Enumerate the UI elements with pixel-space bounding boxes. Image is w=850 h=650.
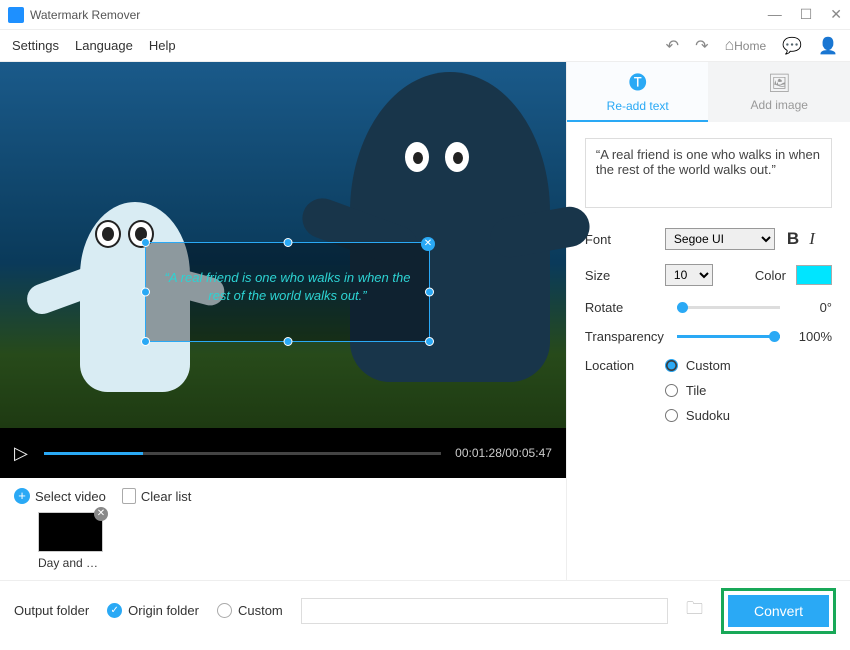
location-sudoku-radio[interactable]: Sudoku <box>665 408 731 423</box>
origin-folder-radio[interactable]: Origin folder <box>107 603 199 618</box>
tab-readd-text[interactable]: 🅣 Re-add text <box>567 62 709 122</box>
remove-thumb-icon[interactable]: ✕ <box>94 507 108 521</box>
font-select[interactable]: Segoe UI <box>665 228 775 250</box>
rotate-slider[interactable] <box>677 306 780 309</box>
rotate-value: 0° <box>792 300 832 315</box>
transparency-slider[interactable] <box>677 335 780 338</box>
video-thumbnail[interactable]: ✕ Day and N... <box>38 512 103 570</box>
convert-button[interactable]: Convert <box>728 595 829 627</box>
feedback-icon[interactable]: 💬 <box>782 36 802 56</box>
account-icon[interactable]: 👤 <box>818 36 838 56</box>
time-display: 00:01:28/00:05:47 <box>455 446 552 460</box>
menu-settings[interactable]: Settings <box>12 38 59 53</box>
text-icon: 🅣 <box>629 69 647 95</box>
location-tile-radio[interactable]: Tile <box>665 383 731 398</box>
seek-slider[interactable] <box>44 452 441 455</box>
window-title: Watermark Remover <box>30 8 768 22</box>
text-overlay-selection[interactable]: “A real friend is one who walks in when … <box>145 242 430 342</box>
tab-add-image[interactable]: 🖼 Add image <box>708 62 850 122</box>
color-label: Color <box>755 268 786 283</box>
image-icon: 🖼 <box>768 73 791 94</box>
thumb-label: Day and N... <box>38 556 103 570</box>
undo-icon[interactable]: ↶ <box>666 36 679 56</box>
location-custom-radio[interactable]: Custom <box>665 358 731 373</box>
rotate-label: Rotate <box>585 300 665 315</box>
select-video-button[interactable]: +Select video <box>14 488 106 504</box>
overlay-text: “A real friend is one who walks in when … <box>146 243 429 305</box>
color-swatch[interactable] <box>796 265 832 285</box>
menu-language[interactable]: Language <box>75 38 133 53</box>
home-button[interactable]: ⌂Home <box>724 37 766 55</box>
video-preview[interactable]: “A real friend is one who walks in when … <box>0 62 566 428</box>
watermark-text-input[interactable]: “A real friend is one who walks in when … <box>585 138 832 208</box>
app-logo <box>8 7 24 23</box>
output-folder-label: Output folder <box>14 603 89 618</box>
play-button[interactable]: ▷ <box>14 443 28 464</box>
custom-folder-radio[interactable]: Custom <box>217 603 283 618</box>
minimize-button[interactable]: — <box>768 6 782 23</box>
menu-help[interactable]: Help <box>149 38 176 53</box>
maximize-button[interactable]: ☐ <box>800 6 813 23</box>
italic-button[interactable]: I <box>809 229 815 249</box>
output-path-input[interactable] <box>301 598 668 624</box>
location-label: Location <box>585 358 665 373</box>
transparency-label: Transparency <box>585 329 665 344</box>
overlay-close-icon[interactable]: ✕ <box>421 237 435 251</box>
browse-folder-icon[interactable]: 🗀 <box>686 596 703 625</box>
close-button[interactable]: ✕ <box>830 6 842 23</box>
size-label: Size <box>585 268 665 283</box>
bold-button[interactable]: B <box>787 229 799 249</box>
clear-list-button[interactable]: Clear list <box>122 488 192 504</box>
transparency-value: 100% <box>792 329 832 344</box>
redo-icon[interactable]: ↷ <box>695 36 708 56</box>
size-select[interactable]: 10 <box>665 264 713 286</box>
font-label: Font <box>585 232 665 247</box>
